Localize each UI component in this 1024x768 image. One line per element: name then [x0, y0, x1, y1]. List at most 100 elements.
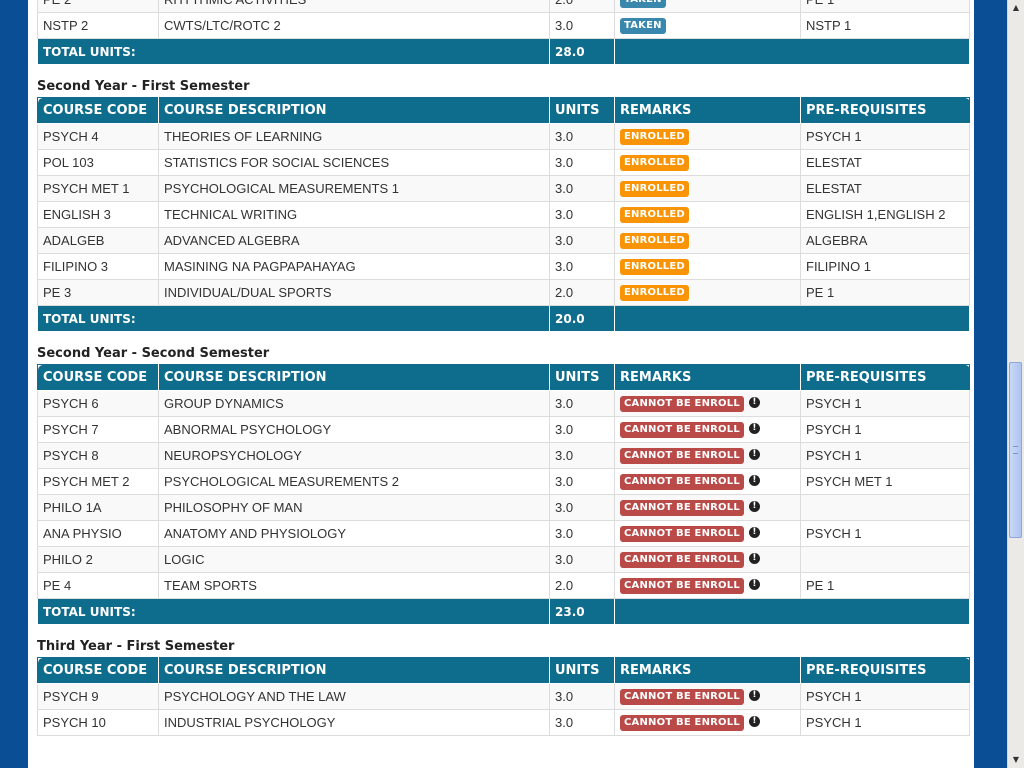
- vertical-scrollbar[interactable]: ▲ ▼: [1007, 0, 1024, 768]
- exclamation-circle-icon[interactable]: !: [748, 716, 760, 728]
- course-units: 3.0: [549, 201, 615, 228]
- status-badge: ENROLLED: [620, 180, 689, 197]
- table-row: NSTP 2 CWTS/LTC/ROTC 2 3.0 TAKEN NSTP 1: [37, 12, 970, 39]
- course-units: 3.0: [549, 175, 615, 202]
- column-header-remarks: REMARKS: [614, 97, 801, 124]
- table-row: POL 103 STATISTICS FOR SOCIAL SCIENCES 3.0…: [37, 149, 970, 176]
- semester-title: Third Year - First Semester: [37, 639, 235, 654]
- course-prerequisites: PSYCH 1: [800, 123, 970, 150]
- total-units-row: TOTAL UNITS: 23.0: [37, 598, 970, 625]
- course-units: 3.0: [549, 683, 615, 710]
- exclamation-circle-icon[interactable]: !: [748, 690, 760, 702]
- course-description: PHILOSOPHY OF MAN: [158, 494, 550, 521]
- scrollbar-thumb[interactable]: [1009, 362, 1022, 538]
- exclamation-circle-icon[interactable]: !: [748, 449, 760, 461]
- status-badge: CANNOT BE ENROLL: [620, 421, 744, 438]
- column-header-prereq: PRE-REQUISITES: [800, 657, 970, 684]
- course-description: NEUROPSYCHOLOGY: [158, 442, 550, 469]
- course-table: PE 2RHYTHMIC ACTIVITIES2.0TAKENPE 1NSTP …: [37, 0, 970, 65]
- semester-section: Second Year - First Semester COURSE CODE C…: [37, 73, 970, 340]
- course-description: MASINING NA PAGPAPAHAYAG: [158, 253, 550, 280]
- course-prerequisites: PSYCH MET 1: [800, 468, 970, 495]
- total-units-label: TOTAL UNITS:: [37, 598, 550, 625]
- course-remarks: CANNOT BE ENROLL!: [614, 546, 801, 573]
- exclamation-circle-icon[interactable]: !: [748, 475, 760, 487]
- table-row: ENGLISH 3 TECHNICAL WRITING 3.0 ENROLLED ENG…: [37, 201, 970, 228]
- course-remarks: CANNOT BE ENROLL!: [614, 709, 801, 736]
- total-units-filler: [614, 38, 970, 65]
- course-code: NSTP 2: [37, 12, 159, 39]
- exclamation-circle-icon[interactable]: !: [748, 397, 760, 409]
- course-description: INDIVIDUAL/DUAL SPORTS: [158, 279, 550, 306]
- exclamation-circle-icon[interactable]: !: [748, 553, 760, 565]
- course-units: 3.0: [549, 12, 615, 39]
- course-prerequisites: ENGLISH 1,ENGLISH 2: [800, 201, 970, 228]
- semester-title: Second Year - Second Semester: [37, 346, 270, 361]
- course-description: PSYCHOLOGY AND THE LAW: [158, 683, 550, 710]
- course-description: PSYCHOLOGICAL MEASUREMENTS 2: [158, 468, 550, 495]
- status-badge: TAKEN: [620, 17, 666, 34]
- course-description: GROUP DYNAMICS: [158, 390, 550, 417]
- course-description: ABNORMAL PSYCHOLOGY: [158, 416, 550, 443]
- exclamation-circle-icon[interactable]: !: [748, 423, 760, 435]
- table-row: ADALGEB ADVANCED ALGEBRA 3.0 ENROLLED ALGEBR…: [37, 227, 970, 254]
- course-table: COURSE CODE COURSE DESCRIPTION UNITS REMARK…: [37, 364, 970, 625]
- total-units-label: TOTAL UNITS:: [37, 305, 550, 332]
- course-prerequisites: PSYCH 1: [800, 709, 970, 736]
- total-units-filler: [614, 305, 970, 332]
- course-description: STATISTICS FOR SOCIAL SCIENCES: [158, 149, 550, 176]
- total-units-row: TOTAL UNITS: 20.0: [37, 305, 970, 332]
- column-header-units: UNITS: [549, 97, 615, 124]
- table-row: PHILO 1A PHILOSOPHY OF MAN 3.0 CANNOT BE EN…: [37, 494, 970, 521]
- course-code: POL 103: [37, 149, 159, 176]
- course-prerequisites: PE 1: [800, 572, 970, 599]
- course-remarks: CANNOT BE ENROLL!: [614, 468, 801, 495]
- course-remarks: CANNOT BE ENROLL!: [614, 494, 801, 521]
- course-remarks: TAKEN: [614, 12, 801, 39]
- table-row: PSYCH 10 INDUSTRIAL PSYCHOLOGY 3.0 CANNOT B…: [37, 709, 970, 736]
- semester-section: Third Year - First Semester COURSE CODE CO…: [37, 633, 970, 736]
- exclamation-circle-icon[interactable]: !: [748, 527, 760, 539]
- scrollbar-grip-icon: [1013, 446, 1018, 454]
- course-remarks: CANNOT BE ENROLL!: [614, 683, 801, 710]
- table-row: PSYCH MET 1 PSYCHOLOGICAL MEASUREMENTS 13…: [37, 175, 970, 202]
- course-prerequisites: ELESTAT: [800, 149, 970, 176]
- course-code: ENGLISH 3: [37, 201, 159, 228]
- course-prerequisites: PE 1: [800, 279, 970, 306]
- course-code: FILIPINO 3: [37, 253, 159, 280]
- course-description: INDUSTRIAL PSYCHOLOGY: [158, 709, 550, 736]
- status-badge: ENROLLED: [620, 232, 689, 249]
- course-description: LOGIC: [158, 546, 550, 573]
- table-row: FILIPINO 3 MASINING NA PAGPAPAHAYAG 3.0 ENR…: [37, 253, 970, 280]
- course-code: PE 2: [37, 0, 159, 13]
- total-units-value: 20.0: [549, 305, 615, 332]
- status-badge: CANNOT BE ENROLL: [620, 447, 744, 464]
- course-remarks: ENROLLED: [614, 175, 801, 202]
- browser-viewport: PE 2RHYTHMIC ACTIVITIES2.0TAKENPE 1NSTP …: [0, 0, 1007, 768]
- course-prerequisites: PSYCH 1: [800, 442, 970, 469]
- table-header-row: COURSE CODE COURSE DESCRIPTION UNITS REMARK…: [37, 657, 970, 684]
- course-remarks: ENROLLED: [614, 253, 801, 280]
- column-header-remarks: REMARKS: [614, 657, 801, 684]
- column-header-code: COURSE CODE: [37, 364, 159, 391]
- course-code: PSYCH 6: [37, 390, 159, 417]
- status-badge: CANNOT BE ENROLL: [620, 395, 744, 412]
- scroll-up-arrow-icon[interactable]: ▲: [1008, 0, 1024, 16]
- curriculum-content: PE 2RHYTHMIC ACTIVITIES2.0TAKENPE 1NSTP …: [37, 0, 970, 736]
- status-badge: CANNOT BE ENROLL: [620, 525, 744, 542]
- course-description: TECHNICAL WRITING: [158, 201, 550, 228]
- exclamation-circle-icon[interactable]: !: [748, 501, 760, 513]
- course-prerequisites: FILIPINO 1: [800, 253, 970, 280]
- exclamation-circle-icon[interactable]: !: [748, 579, 760, 591]
- total-units-value: 23.0: [549, 598, 615, 625]
- scroll-down-arrow-icon[interactable]: ▼: [1008, 752, 1024, 768]
- course-code: PE 3: [37, 279, 159, 306]
- course-units: 3.0: [549, 227, 615, 254]
- course-prerequisites: [800, 546, 970, 573]
- status-badge: ENROLLED: [620, 284, 689, 301]
- course-description: TEAM SPORTS: [158, 572, 550, 599]
- table-row: PSYCH 9 PSYCHOLOGY AND THE LAW 3.0 CANNOT B…: [37, 683, 970, 710]
- course-units: 3.0: [549, 390, 615, 417]
- course-units: 3.0: [549, 149, 615, 176]
